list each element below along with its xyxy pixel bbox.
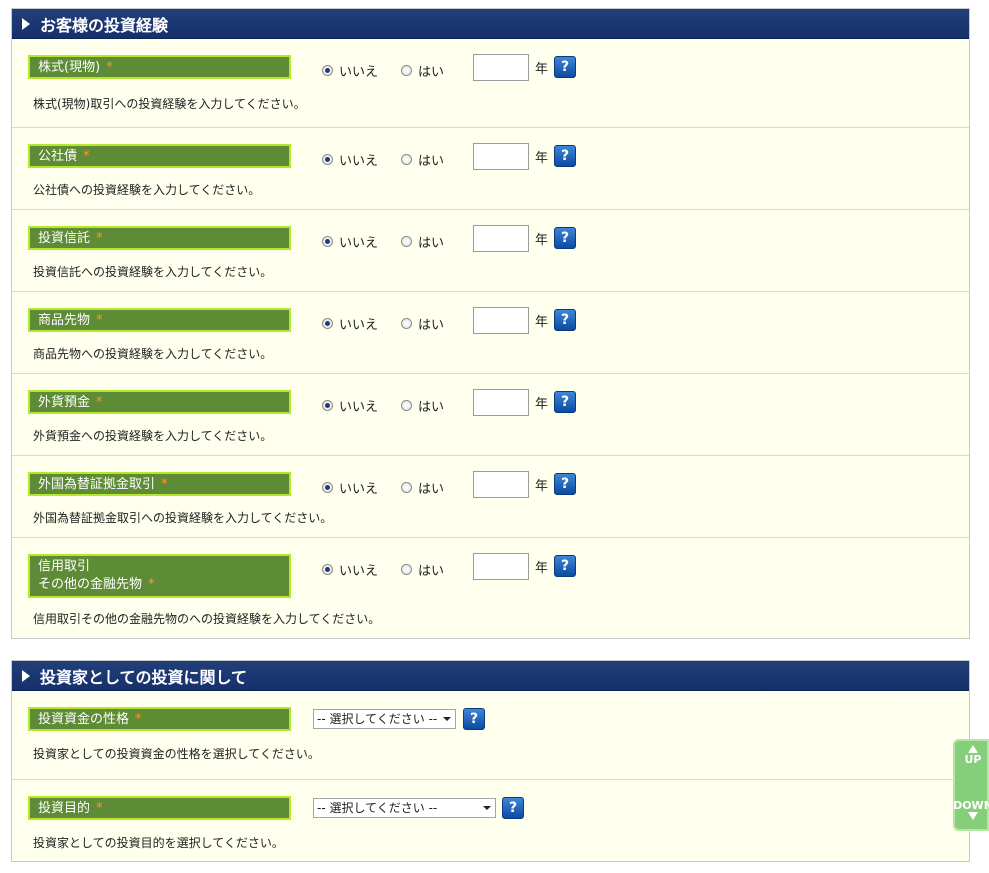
section-header: 投資家としての投資に関して	[12, 661, 969, 691]
experience-row-fx-margin: 外国為替証拠金取引 * いいえ はい 年 ? 外国為替証拠金取引への投資経験を入力…	[12, 455, 969, 537]
radio-empty-icon	[401, 564, 412, 575]
radio-empty-icon	[401, 318, 412, 329]
investment-experience-section: お客様の投資経験 株式(現物) * いいえ はい 年 ? 株式(現物)取引への投資…	[11, 8, 970, 639]
radio-no[interactable]: いいえ	[322, 61, 378, 80]
field-description: 投資信託への投資経験を入力してください。	[33, 265, 273, 279]
field-description: 外貨預金への投資経験を入力してください。	[33, 429, 273, 443]
radio-yes[interactable]: はい	[401, 560, 444, 579]
investor-investment-section: 投資家としての投資に関して 投資資金の性格 * -- 選択してください -- ? …	[11, 660, 970, 862]
field-description: 投資家としての投資目的を選択してください。	[33, 836, 284, 850]
section-title: お客様の投資経験	[40, 15, 169, 35]
radio-no[interactable]: いいえ	[322, 150, 378, 169]
field-label: 公社債 *	[28, 144, 291, 168]
experience-row-commodity-futures: 商品先物 * いいえ はい 年 ? 商品先物への投資経験を入力してください。	[12, 291, 969, 373]
years-unit: 年	[535, 561, 549, 576]
experience-row-bonds: 公社債 * いいえ はい 年 ? 公社債への投資経験を入力してください。	[12, 127, 969, 209]
experience-row-stocks: 株式(現物) * いいえ はい 年 ? 株式(現物)取引への投資経験を入力してくだ…	[12, 39, 969, 127]
years-unit: 年	[535, 151, 549, 166]
field-description: 商品先物への投資経験を入力してください。	[33, 347, 273, 361]
scroll-up-button[interactable]: UP	[953, 745, 989, 766]
radio-no[interactable]: いいえ	[322, 232, 378, 251]
help-icon[interactable]: ?	[554, 555, 576, 577]
help-icon[interactable]: ?	[554, 391, 576, 413]
field-description: 株式(現物)取引への投資経験を入力してください。	[33, 97, 306, 111]
radio-yes[interactable]: はい	[401, 232, 444, 251]
help-icon[interactable]: ?	[554, 56, 576, 78]
arrow-up-icon	[968, 745, 978, 753]
help-icon[interactable]: ?	[554, 473, 576, 495]
radio-yes[interactable]: はい	[401, 61, 444, 80]
field-label: 商品先物 *	[28, 308, 291, 332]
radio-no[interactable]: いいえ	[322, 478, 378, 497]
section-header: お客様の投資経験	[12, 9, 969, 39]
field-description: 公社債への投資経験を入力してください。	[33, 183, 261, 197]
help-icon[interactable]: ?	[554, 309, 576, 331]
radio-no[interactable]: いいえ	[322, 560, 378, 579]
experience-row-margin-trading: 信用取引 その他の金融先物 * いいえ はい 年 ? 信用取引その他の金融先物のへ…	[12, 537, 969, 638]
page-scroll-widget: UP DOWN	[953, 739, 989, 831]
radio-yes[interactable]: はい	[401, 478, 444, 497]
years-input[interactable]	[473, 471, 529, 498]
field-label: 投資目的 *	[28, 796, 291, 820]
triangle-right-icon	[22, 669, 30, 682]
field-description: 外国為替証拠金取引への投資経験を入力してください。	[33, 511, 333, 525]
field-label: 投資信託 *	[28, 226, 291, 250]
investment-purpose-row: 投資目的 * -- 選択してください -- ? 投資家としての投資目的を選択してく…	[12, 779, 969, 861]
radio-empty-icon	[401, 482, 412, 493]
years-unit: 年	[535, 62, 549, 77]
radio-selected-icon	[322, 65, 333, 76]
years-unit: 年	[535, 315, 549, 330]
radio-no[interactable]: いいえ	[322, 396, 378, 415]
triangle-right-icon	[22, 17, 30, 30]
help-icon[interactable]: ?	[463, 708, 485, 730]
radio-selected-icon	[322, 564, 333, 575]
radio-selected-icon	[322, 318, 333, 329]
radio-selected-icon	[322, 400, 333, 411]
arrow-down-icon	[968, 812, 978, 820]
years-input[interactable]	[473, 389, 529, 416]
field-label: 外国為替証拠金取引 *	[28, 472, 291, 496]
years-unit: 年	[535, 397, 549, 412]
radio-empty-icon	[401, 154, 412, 165]
experience-row-foreign-deposits: 外貨預金 * いいえ はい 年 ? 外貨預金への投資経験を入力してください。	[12, 373, 969, 455]
radio-selected-icon	[322, 154, 333, 165]
scroll-down-button[interactable]: DOWN	[953, 799, 989, 820]
experience-row-investment-trusts: 投資信託 * いいえ はい 年 ? 投資信託への投資経験を入力してください。	[12, 209, 969, 291]
years-unit: 年	[535, 233, 549, 248]
years-input[interactable]	[473, 307, 529, 334]
radio-empty-icon	[401, 236, 412, 247]
chevron-down-icon	[483, 806, 491, 810]
radio-yes[interactable]: はい	[401, 150, 444, 169]
section-title: 投資家としての投資に関して	[40, 667, 248, 687]
years-unit: 年	[535, 479, 549, 494]
field-label: 株式(現物) *	[28, 55, 291, 79]
radio-selected-icon	[322, 236, 333, 247]
investment-purpose-select[interactable]: -- 選択してください --	[313, 798, 496, 818]
fund-nature-row: 投資資金の性格 * -- 選択してください -- ? 投資家としての投資資金の性格…	[12, 691, 969, 779]
help-icon[interactable]: ?	[554, 145, 576, 167]
chevron-down-icon	[443, 717, 451, 721]
years-input[interactable]	[473, 143, 529, 170]
field-description: 投資家としての投資資金の性格を選択してください。	[33, 747, 320, 761]
field-description: 信用取引その他の金融先物のへの投資経験を入力してください。	[33, 612, 381, 626]
radio-empty-icon	[401, 65, 412, 76]
radio-yes[interactable]: はい	[401, 396, 444, 415]
help-icon[interactable]: ?	[554, 227, 576, 249]
field-label: 投資資金の性格 *	[28, 707, 291, 731]
radio-selected-icon	[322, 482, 333, 493]
years-input[interactable]	[473, 553, 529, 580]
field-label: 信用取引 その他の金融先物 *	[28, 554, 291, 598]
radio-yes[interactable]: はい	[401, 314, 444, 333]
radio-empty-icon	[401, 400, 412, 411]
years-input[interactable]	[473, 225, 529, 252]
fund-nature-select[interactable]: -- 選択してください --	[313, 709, 456, 729]
radio-no[interactable]: いいえ	[322, 314, 378, 333]
field-label: 外貨預金 *	[28, 390, 291, 414]
help-icon[interactable]: ?	[502, 797, 524, 819]
years-input[interactable]	[473, 54, 529, 81]
